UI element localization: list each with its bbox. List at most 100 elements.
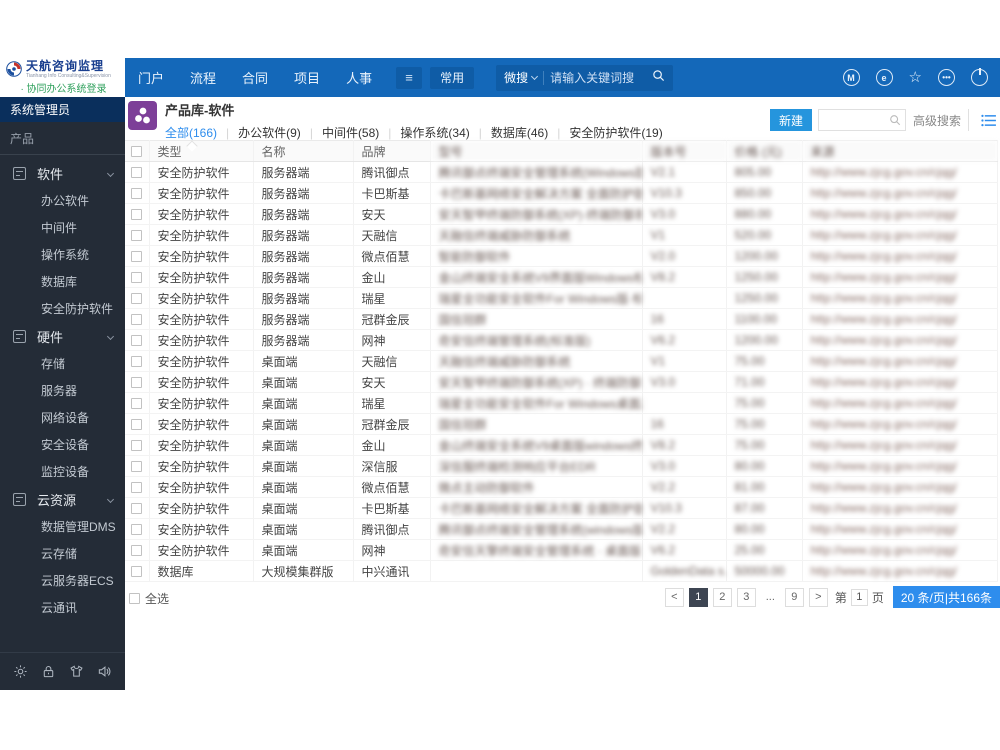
- row-checkbox[interactable]: [131, 293, 143, 305]
- logo-subtitle: Tianhang Info Consulting&Supervision: [26, 73, 111, 79]
- prev-page-button[interactable]: <: [664, 587, 684, 607]
- table-row[interactable]: 安全防护软件服务器端卡巴斯基卡巴斯基网络安全解决方案 全面防护版(预防...V1…: [125, 182, 998, 204]
- table-row[interactable]: 安全防护软件 桌面端 瑞星 瑞星全功能安全软件For Windows桌面版 75.00 h…: [125, 392, 998, 414]
- nav-item[interactable]: 合同: [242, 68, 268, 87]
- next-page-button[interactable]: >: [808, 587, 828, 607]
- row-checkbox[interactable]: [131, 482, 143, 494]
- search-scope-dropdown[interactable]: 微搜: [504, 69, 539, 86]
- tree-item[interactable]: 安全设备: [0, 431, 125, 458]
- table-row[interactable]: 安全防护软件 桌面端 微点佰慧 微点主动防御软件 V2.2 81.00 http://www…: [125, 476, 998, 498]
- tab-6[interactable]: 安全防护软件(19): [569, 124, 662, 141]
- tree-item[interactable]: 数据库: [0, 268, 125, 295]
- tab-4[interactable]: 操作系统(34): [400, 124, 469, 141]
- hamburger-menu-icon[interactable]: ≡: [396, 66, 423, 89]
- table-row[interactable]: 安全防护软件服务器端瑞星瑞星全功能安全软件For Windows版·标准版 125…: [125, 287, 998, 309]
- table-row[interactable]: 安全防护软件桌面端卡巴斯基卡巴斯基网络安全解决方案 全面防护版 · KGL...…: [125, 497, 998, 519]
- table-row[interactable]: 安全防护软件 服务器端 安天 安天智甲终端防御系统(XP)·终端防御系统 V3.0 880…: [125, 203, 998, 225]
- tab-5[interactable]: 数据库(46): [491, 124, 548, 141]
- cell-price: 1250.00: [726, 287, 803, 309]
- row-checkbox[interactable]: [131, 419, 143, 431]
- list-view-icon[interactable]: [981, 114, 996, 127]
- global-search-input[interactable]: [550, 70, 647, 85]
- tree-group[interactable]: 硬件: [0, 322, 125, 350]
- new-button[interactable]: 新建: [769, 109, 812, 131]
- page-button[interactable]: 3: [736, 587, 756, 607]
- search-icon[interactable]: [652, 69, 665, 87]
- nav-item-often[interactable]: 常用: [430, 66, 475, 89]
- table-search-icon[interactable]: [885, 114, 905, 126]
- tree-item[interactable]: 监控设备: [0, 458, 125, 485]
- messages-icon[interactable]: M: [842, 69, 860, 86]
- nav-item[interactable]: 项目: [294, 68, 320, 87]
- row-checkbox[interactable]: [131, 524, 143, 536]
- tab-2[interactable]: 办公软件(9): [238, 124, 301, 141]
- table-row[interactable]: 数据库 大规模集群版 中兴通讯 GoldenData s... 50000.00 http…: [125, 560, 998, 582]
- nav-item[interactable]: 人事: [346, 68, 372, 87]
- table-row[interactable]: 安全防护软件 服务器端 冠群金辰 国信冠群 16 1100.00 http://www.zj…: [125, 308, 998, 330]
- page-jump-input[interactable]: 1: [850, 588, 868, 606]
- table-row[interactable]: 安全防护软件服务器端金山金山终端安全系统V9界面版Windows标准版V8.21…: [125, 266, 998, 288]
- table-row[interactable]: 安全防护软件 服务器端 网神 奇安信终端管理系统(标准版) V6.2 1200.00 htt…: [125, 329, 998, 351]
- power-icon[interactable]: [971, 68, 988, 86]
- row-checkbox[interactable]: [131, 503, 143, 515]
- row-checkbox[interactable]: [131, 440, 143, 452]
- row-checkbox[interactable]: [131, 167, 143, 179]
- row-checkbox[interactable]: [131, 335, 143, 347]
- tree-item[interactable]: 云通讯: [0, 594, 125, 621]
- sound-icon[interactable]: [96, 663, 114, 681]
- table-search-input[interactable]: [818, 110, 885, 130]
- table-row[interactable]: 安全防护软件 服务器端 天融信 天融信终端威胁防御系统 V1 520.00 http://w…: [125, 224, 998, 246]
- oa-login-link[interactable]: · 协同办公系统登录: [6, 80, 121, 95]
- row-checkbox[interactable]: [131, 566, 143, 578]
- theme-icon[interactable]: [68, 663, 86, 681]
- table-row[interactable]: 安全防护软件 桌面端 天融信 天融信终端威胁防御系统 V1 75.00 http://www…: [125, 350, 998, 372]
- nav-item[interactable]: 流程: [190, 68, 216, 87]
- browser-icon[interactable]: e: [875, 69, 893, 86]
- tree-item[interactable]: 中间件: [0, 214, 125, 241]
- more-icon[interactable]: •••: [938, 69, 955, 86]
- advanced-search-button[interactable]: 高级搜索: [904, 109, 968, 131]
- table-row[interactable]: 安全防护软件桌面端金山金山终端安全系统V9桌面版windows终端版V8.275…: [125, 434, 998, 456]
- row-checkbox[interactable]: [131, 461, 143, 473]
- tree-group[interactable]: 云资源: [0, 485, 125, 513]
- lock-icon[interactable]: [39, 663, 57, 681]
- favorites-icon[interactable]: ☆: [909, 69, 922, 86]
- nav-item[interactable]: 门户: [138, 68, 164, 87]
- tab-1[interactable]: 全部(166): [165, 124, 217, 141]
- row-checkbox[interactable]: [131, 188, 143, 200]
- row-checkbox[interactable]: [131, 251, 143, 263]
- tree-item[interactable]: 安全防护软件: [0, 295, 125, 322]
- page-button[interactable]: 2: [712, 587, 732, 607]
- table-row[interactable]: 安全防护软件桌面端腾讯御点腾讯御点终端安全管理系统(windows版)V2.2V…: [125, 518, 998, 540]
- page-button[interactable]: 1: [688, 587, 708, 607]
- row-checkbox[interactable]: [131, 209, 143, 221]
- table-row[interactable]: 安全防护软件 桌面端 深信服 深信服终端检测响应平台EDR V3.0 80.00 http:…: [125, 455, 998, 477]
- header-checkbox[interactable]: [131, 146, 143, 158]
- row-checkbox[interactable]: [131, 230, 143, 242]
- tree-item[interactable]: 云存储: [0, 540, 125, 567]
- table-row[interactable]: 安全防护软件 服务器端 腾讯御点 腾讯御点终端安全管理系统(Windows版) V2.1…: [125, 161, 998, 183]
- tab-3[interactable]: 中间件(58): [322, 124, 379, 141]
- tree-item[interactable]: 数据管理DMS: [0, 513, 125, 540]
- tree-item[interactable]: 存储: [0, 350, 125, 377]
- select-all-checkbox[interactable]: [129, 593, 140, 604]
- tree-item[interactable]: 云服务器ECS: [0, 567, 125, 594]
- page-button[interactable]: 9: [784, 587, 804, 607]
- table-row[interactable]: 安全防护软件 桌面端 冠群金辰 国信冠群 16 75.00 http://www.zjcg.…: [125, 413, 998, 435]
- table-row[interactable]: 安全防护软件 桌面端 安天 安天智甲终端防御系统(XP) · 终端防御版 V3.0 71.…: [125, 371, 998, 393]
- row-checkbox[interactable]: [131, 272, 143, 284]
- row-checkbox[interactable]: [131, 398, 143, 410]
- table-row[interactable]: 安全防护软件 桌面端 网神 奇安信天擎终端安全管理系统 · 桌面版 V6.2 25.00 h…: [125, 539, 998, 561]
- tree-item[interactable]: 服务器: [0, 377, 125, 404]
- tree-item[interactable]: 网络设备: [0, 404, 125, 431]
- tree-group[interactable]: 软件: [0, 159, 125, 187]
- tree-item[interactable]: 操作系统: [0, 241, 125, 268]
- table-row[interactable]: 安全防护软件 服务器端 微点佰慧 智能防御软件 V2.0 1200.00 http://ww…: [125, 245, 998, 267]
- row-checkbox[interactable]: [131, 377, 143, 389]
- row-checkbox[interactable]: [131, 314, 143, 326]
- gear-icon[interactable]: [11, 663, 29, 681]
- row-checkbox[interactable]: [131, 545, 143, 557]
- row-checkbox[interactable]: [131, 356, 143, 368]
- select-all[interactable]: 全选: [129, 590, 169, 607]
- tree-item[interactable]: 办公软件: [0, 187, 125, 214]
